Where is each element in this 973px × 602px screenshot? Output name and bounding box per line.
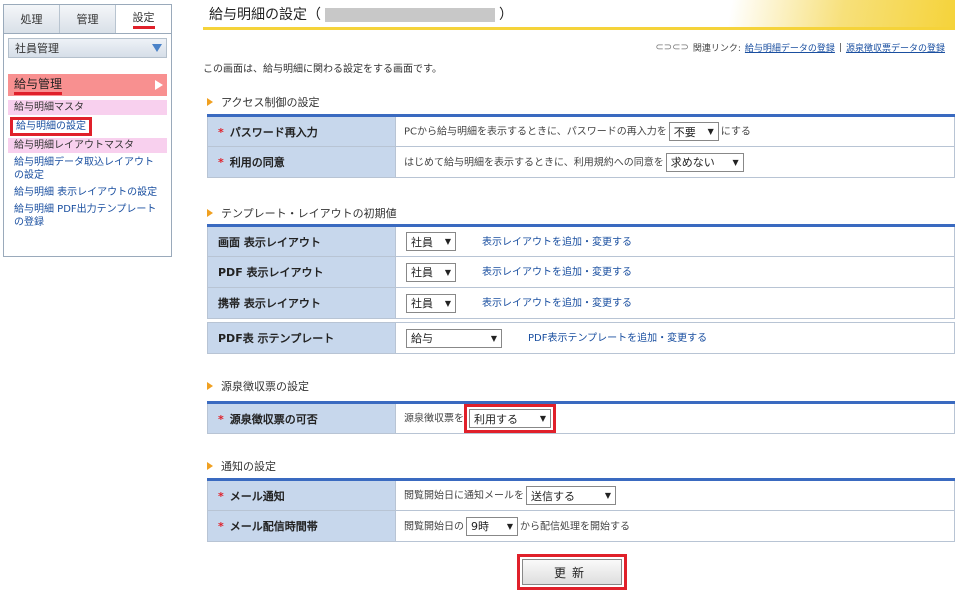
table-row: * メール通知 閲覧開始日に通知メールを 送信する ▼ <box>207 479 955 511</box>
mobile-layout-link[interactable]: 表示レイアウトを追加・変更する <box>482 298 632 309</box>
highlight-box: 利用する ▼ <box>464 404 556 433</box>
chevron-down-icon <box>152 44 162 52</box>
arrow-icon <box>207 462 213 470</box>
left-sidebar: 処理 管理 設定 社員管理 給与管理 給与明細マスタ 給与明細の設定 給与明細レ… <box>3 4 172 257</box>
password-label: * パスワード再入力 <box>207 115 396 147</box>
notify-table: * メール通知 閲覧開始日に通知メールを 送信する ▼ * メール配信時間帯 閲覧開始日… <box>207 478 955 542</box>
redacted-name <box>325 7 495 22</box>
title-decoration <box>675 0 955 27</box>
page-title: 給与明細の設定（） <box>209 6 513 23</box>
consent-value-cell: はじめて給与明細を表示するときに、利用規約への同意を 求めない ▼ <box>395 146 955 178</box>
pdf-template-table: PDF表 示テンプレート 給与 ▼ PDF表示テンプレートを追加・変更する <box>207 322 955 354</box>
section-heading-notify: 通知の設定 <box>207 458 276 474</box>
template-table: 画面 表示レイアウト 社員 ▼ 表示レイアウトを追加・変更する PDF 表示レイアウ… <box>207 224 955 319</box>
arrow-icon <box>207 209 213 217</box>
screen-layout-link[interactable]: 表示レイアウトを追加・変更する <box>482 237 632 248</box>
intro-text: この画面は、給与明細に関わる設定をする画面です。 <box>203 64 442 75</box>
sidebar-item-import-layout[interactable]: 給与明細データ取込レイアウトの設定 <box>8 155 167 183</box>
tab-settings[interactable]: 設定 <box>116 5 171 33</box>
kyuyo-section-header[interactable]: 給与管理 <box>8 74 167 96</box>
pdf-template-select[interactable]: 給与 ▼ <box>406 328 502 348</box>
consent-label: * 利用の同意 <box>207 146 396 178</box>
table-row: * メール配信時間帯 閲覧開始日の 9時 ▼ から配信処理を開始する <box>207 510 955 542</box>
section-heading-template: テンプレート・レイアウトの初期値 <box>207 205 397 221</box>
arrow-icon <box>207 98 213 106</box>
sidebar-item-kyuyo-master[interactable]: 給与明細マスタ <box>8 100 167 115</box>
main-content: 給与明細の設定（） ⊂⊃⊂⊃ 関連リンク: 給与明細データの登録 | 源泉徴収票… <box>203 0 955 590</box>
pdf-template-link[interactable]: PDF表示テンプレートを追加・変更する <box>528 333 707 344</box>
update-button[interactable]: 更新 <box>522 559 622 585</box>
password-value-cell: PCから給与明細を表示するときに、パスワードの再入力を 不要 ▼ にする <box>395 115 955 147</box>
table-row: PDF 表示レイアウト 社員 ▼ 表示レイアウトを追加・変更する <box>207 256 955 288</box>
side-panel: 社員管理 給与管理 給与明細マスタ 給与明細の設定 給与明細レイアウトマスタ 給… <box>3 34 172 257</box>
section-heading-gensen: 源泉徴収票の設定 <box>207 378 309 394</box>
table-row: 携帯 表示レイアウト 社員 ▼ 表示レイアウトを追加・変更する <box>207 287 955 319</box>
table-row: * 利用の同意 はじめて給与明細を表示するときに、利用規約への同意を 求めない ▼ <box>207 146 955 178</box>
chevron-right-icon <box>155 80 163 90</box>
access-table: * パスワード再入力 PCから給与明細を表示するときに、パスワードの再入力を 不要 ▼… <box>207 114 955 178</box>
arrow-icon <box>207 382 213 390</box>
gensen-select[interactable]: 利用する ▼ <box>469 409 551 428</box>
sidebar-item-layout-master[interactable]: 給与明細レイアウトマスタ <box>8 138 167 153</box>
mobile-layout-select[interactable]: 社員 ▼ <box>406 293 456 313</box>
table-row: * パスワード再入力 PCから給与明細を表示するときに、パスワードの再入力を 不要 ▼… <box>207 115 955 147</box>
top-tabs: 処理 管理 設定 <box>3 4 172 34</box>
link-icon: ⊂⊃⊂⊃ <box>655 42 689 53</box>
related-link-data-register[interactable]: 給与明細データの登録 <box>745 41 835 54</box>
screen-layout-label: 画面 表示レイアウト <box>207 225 396 257</box>
sidebar-item-display-layout[interactable]: 給与明細 表示レイアウトの設定 <box>8 185 167 200</box>
consent-select[interactable]: 求めない ▼ <box>665 152 744 172</box>
gensen-label: * 源泉徴収票の可否 <box>207 402 396 434</box>
pdf-template-label: PDF表 示テンプレート <box>207 322 396 354</box>
table-row: * 源泉徴収票の可否 源泉徴収票を 利用する ▼ <box>207 402 955 434</box>
mobile-layout-label: 携帯 表示レイアウト <box>207 287 396 319</box>
table-row: 画面 表示レイアウト 社員 ▼ 表示レイアウトを追加・変更する <box>207 225 955 257</box>
related-links: ⊂⊃⊂⊃ 関連リンク: 給与明細データの登録 | 源泉徴収票データの登録 <box>655 41 945 54</box>
pdf-layout-link[interactable]: 表示レイアウトを追加・変更する <box>482 267 632 278</box>
related-link-gensen-register[interactable]: 源泉徴収票データの登録 <box>846 41 945 54</box>
mail-time-select[interactable]: 9時 ▼ <box>466 516 518 536</box>
page-title-bar: 給与明細の設定（） <box>203 0 955 30</box>
section-heading-access: アクセス制御の設定 <box>207 94 319 110</box>
employee-section-header[interactable]: 社員管理 <box>8 38 167 58</box>
password-reentry-select[interactable]: 不要 ▼ <box>668 122 719 141</box>
mail-notify-select[interactable]: 送信する ▼ <box>526 486 616 505</box>
tab-process[interactable]: 処理 <box>4 5 60 33</box>
tab-manage[interactable]: 管理 <box>60 5 116 33</box>
mail-notify-label: * メール通知 <box>207 479 396 511</box>
sidebar-item-pdf-template[interactable]: 給与明細 PDF出力テンプレートの登録 <box>8 202 167 230</box>
table-row: PDF表 示テンプレート 給与 ▼ PDF表示テンプレートを追加・変更する <box>207 322 955 354</box>
mail-time-label: * メール配信時間帯 <box>207 510 396 542</box>
pdf-layout-select[interactable]: 社員 ▼ <box>406 262 456 282</box>
gensen-table: * 源泉徴収票の可否 源泉徴収票を 利用する ▼ <box>207 401 955 434</box>
kyuyo-menu: 給与明細マスタ 給与明細の設定 給与明細レイアウトマスタ 給与明細データ取込レイ… <box>8 100 167 230</box>
screen-layout-select[interactable]: 社員 ▼ <box>406 232 456 251</box>
highlight-box: 更新 <box>517 554 627 590</box>
pdf-layout-label: PDF 表示レイアウト <box>207 256 396 288</box>
sidebar-item-kyuyo-settings[interactable]: 給与明細の設定 <box>10 117 92 136</box>
